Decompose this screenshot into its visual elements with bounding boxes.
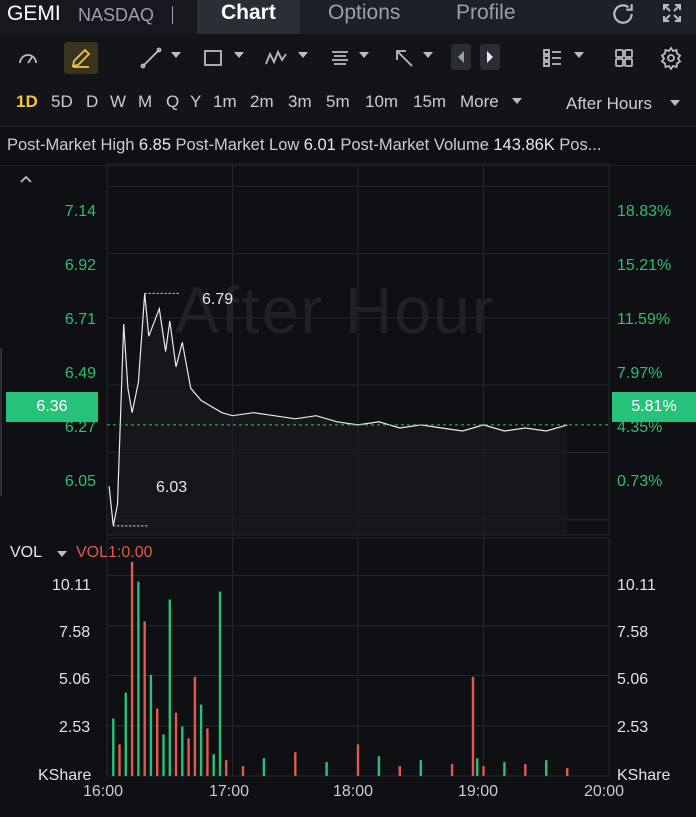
volume-bar (356, 744, 360, 776)
volume-bar (450, 764, 454, 776)
volume-bar (398, 766, 401, 776)
kshare-label-right: KShare (617, 767, 671, 784)
volume-tick-left: 5.06 (59, 671, 91, 688)
volume-bar (193, 676, 197, 776)
volume-bar (118, 744, 121, 776)
volume-tick-left: 10.11 (52, 577, 91, 594)
volume-bar (476, 758, 479, 776)
volume-bar (294, 752, 297, 776)
price-volume-chart[interactable] (0, 0, 696, 817)
volume-tick-right: 5.06 (617, 671, 649, 688)
volume-bar (325, 762, 328, 776)
volume-tick-right: 10.11 (617, 577, 656, 594)
volume-bar (566, 768, 569, 776)
volume-tick-right: 2.53 (617, 719, 649, 736)
volume-series (112, 561, 569, 776)
volume-bar (124, 692, 127, 776)
volume-bar (112, 718, 115, 776)
volume-bar (162, 734, 165, 776)
time-tick: 16:00 (83, 783, 124, 800)
volume-bar (187, 738, 190, 776)
volume-bar (377, 756, 381, 776)
volume-bar (168, 599, 171, 776)
volume-bar (130, 561, 134, 776)
time-tick: 17:00 (209, 783, 250, 800)
volume-bar (241, 766, 245, 776)
volume-bar (545, 760, 548, 776)
current-price-tag: 6.36 (6, 392, 98, 422)
volume-bar (174, 712, 178, 776)
time-tick: 19:00 (458, 783, 499, 800)
current-percent-tag: 5.81% (612, 392, 696, 422)
volume-bar (218, 591, 222, 776)
price-area (109, 293, 568, 535)
volume-bar (262, 758, 266, 776)
volume-bar (503, 762, 506, 776)
volume-indicator: VOL1:0.00 (76, 544, 153, 561)
time-tick: 20:00 (584, 783, 625, 800)
volume-dropdown-icon[interactable] (57, 551, 67, 557)
low-marker-label: 6.03 (156, 479, 188, 496)
volume-bar (212, 754, 215, 776)
volume-label: VOL (10, 544, 43, 561)
volume-bar (143, 621, 146, 776)
volume-bar (482, 766, 485, 776)
volume-tick-left: 7.58 (59, 624, 91, 641)
volume-bar (156, 708, 159, 776)
time-tick: 18:00 (333, 783, 374, 800)
volume-tick-right: 7.58 (617, 624, 649, 641)
volume-bar (524, 764, 527, 776)
volume-bar (181, 726, 184, 776)
volume-bar (471, 676, 475, 776)
volume-bar (149, 674, 153, 776)
high-marker-label: 6.79 (202, 291, 234, 308)
volume-bar (206, 728, 209, 776)
volume-bar (419, 760, 422, 776)
volume-bar (225, 760, 228, 776)
volume-tick-left: 2.53 (59, 719, 91, 736)
volume-bar (137, 581, 140, 776)
volume-bar (199, 704, 203, 776)
